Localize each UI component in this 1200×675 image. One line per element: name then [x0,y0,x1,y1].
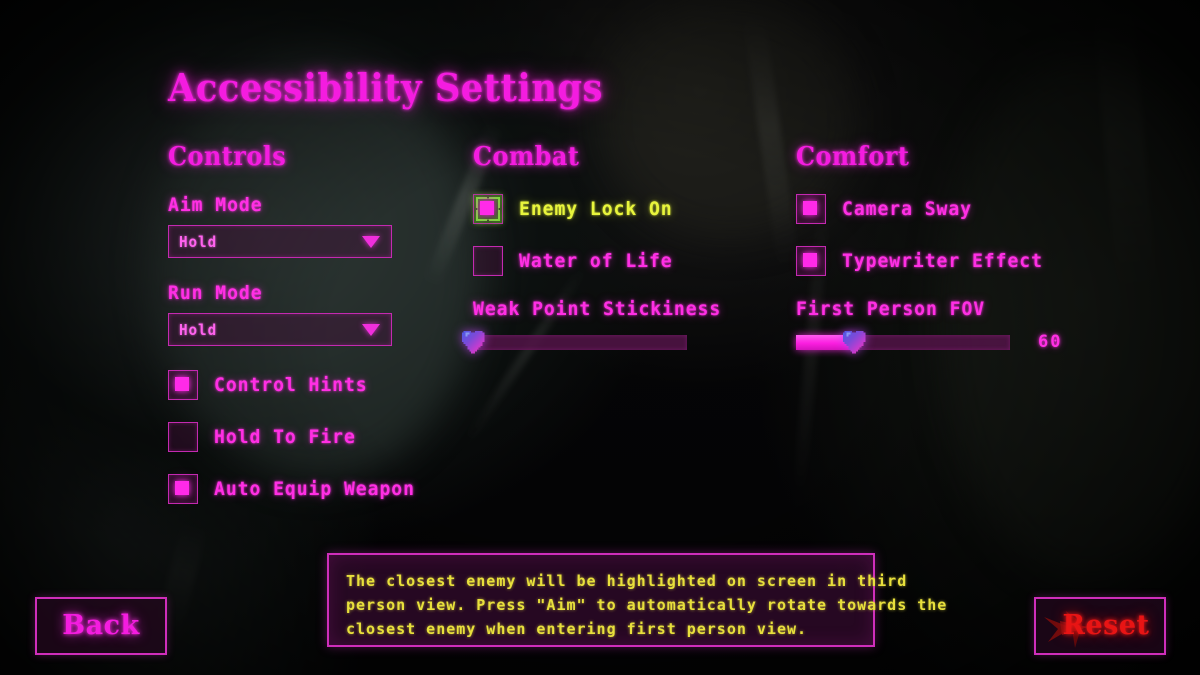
checkbox-label-control-hints: Control Hints [214,374,368,396]
checkbox-label-auto-equip-weapon: Auto Equip Weapon [214,478,415,500]
tooltip-line-1: The closest enemy will be highlighted on… [346,572,908,590]
setting-first-person-fov: First Person FOV 60 [796,298,1096,355]
checkbox-row-camera-sway[interactable]: Camera Sway [796,194,1096,224]
reset-button-label: Reset [1062,610,1150,641]
checkbox-typewriter-effect[interactable] [796,246,826,276]
back-button-label: Back [62,610,140,641]
description-tooltip: The closest enemy will be highlighted on… [327,553,948,647]
checkbox-label-hold-to-fire: Hold To Fire [214,426,356,448]
checkbox-row-control-hints[interactable]: Control Hints [168,370,458,400]
checkbox-camera-sway[interactable] [796,194,826,224]
chevron-down-icon [362,323,380,336]
first-person-fov-slider[interactable] [796,330,1010,354]
reset-button[interactable]: Reset [1034,597,1166,655]
weak-point-stickiness-slider[interactable] [461,330,687,354]
comfort-column: Comfort Camera Sway Typewriter Effect Fi… [796,142,1096,355]
aim-mode-value: Hold [179,232,218,251]
section-heading-combat: Combat [473,142,580,172]
checkbox-label-enemy-lock-on: Enemy Lock On [519,198,673,220]
checkbox-auto-equip-weapon[interactable] [168,474,198,504]
checkbox-row-enemy-lock-on[interactable]: Enemy Lock On [473,194,773,224]
checkbox-label-camera-sway: Camera Sway [842,198,973,220]
checkbox-row-hold-to-fire[interactable]: Hold To Fire [168,422,458,452]
setting-run-mode: Run Mode Hold [168,282,458,346]
run-mode-value: Hold [179,320,218,339]
run-mode-label: Run Mode [168,282,263,304]
checkbox-row-auto-equip-weapon[interactable]: Auto Equip Weapon [168,474,458,504]
heart-slider-handle-icon[interactable] [839,329,869,356]
checkbox-label-water-of-life: Water of Life [519,250,673,272]
combat-column: Combat Enemy Lock On Water of Life Weak … [461,142,773,355]
aim-mode-dropdown[interactable]: Hold [168,225,392,258]
run-mode-dropdown[interactable]: Hold [168,313,392,346]
first-person-fov-value: 60 [1038,332,1063,352]
setting-weak-point-stickiness: Weak Point Stickiness [461,298,773,355]
setting-aim-mode: Aim Mode Hold [168,194,458,258]
checkbox-water-of-life[interactable] [473,246,503,276]
checkbox-enemy-lock-on[interactable] [473,194,503,224]
checkbox-control-hints[interactable] [168,370,198,400]
controls-column: Controls Aim Mode Hold Run Mode Hold Con… [168,142,458,526]
section-heading-comfort: Comfort [796,142,910,172]
first-person-fov-label: First Person FOV [796,298,986,320]
checkbox-row-typewriter-effect[interactable]: Typewriter Effect [796,246,1096,276]
tooltip-line-3: closest enemy when entering first person… [346,620,808,638]
checkbox-hold-to-fire[interactable] [168,422,198,452]
page-title: Accessibility Settings [168,65,603,110]
section-heading-controls: Controls [168,142,287,172]
checkbox-row-water-of-life[interactable]: Water of Life [473,246,773,276]
weak-point-stickiness-label: Weak Point Stickiness [473,298,722,320]
tooltip-line-2: person view. Press "Aim" to automaticall… [346,596,948,614]
accessibility-settings-screen: Accessibility Settings Controls Aim Mode… [0,0,1200,675]
chevron-down-icon [362,235,380,248]
aim-mode-label: Aim Mode [168,194,263,216]
heart-slider-handle-icon[interactable] [458,329,488,356]
checkbox-label-typewriter-effect: Typewriter Effect [842,250,1043,272]
back-button[interactable]: Back [35,597,167,655]
